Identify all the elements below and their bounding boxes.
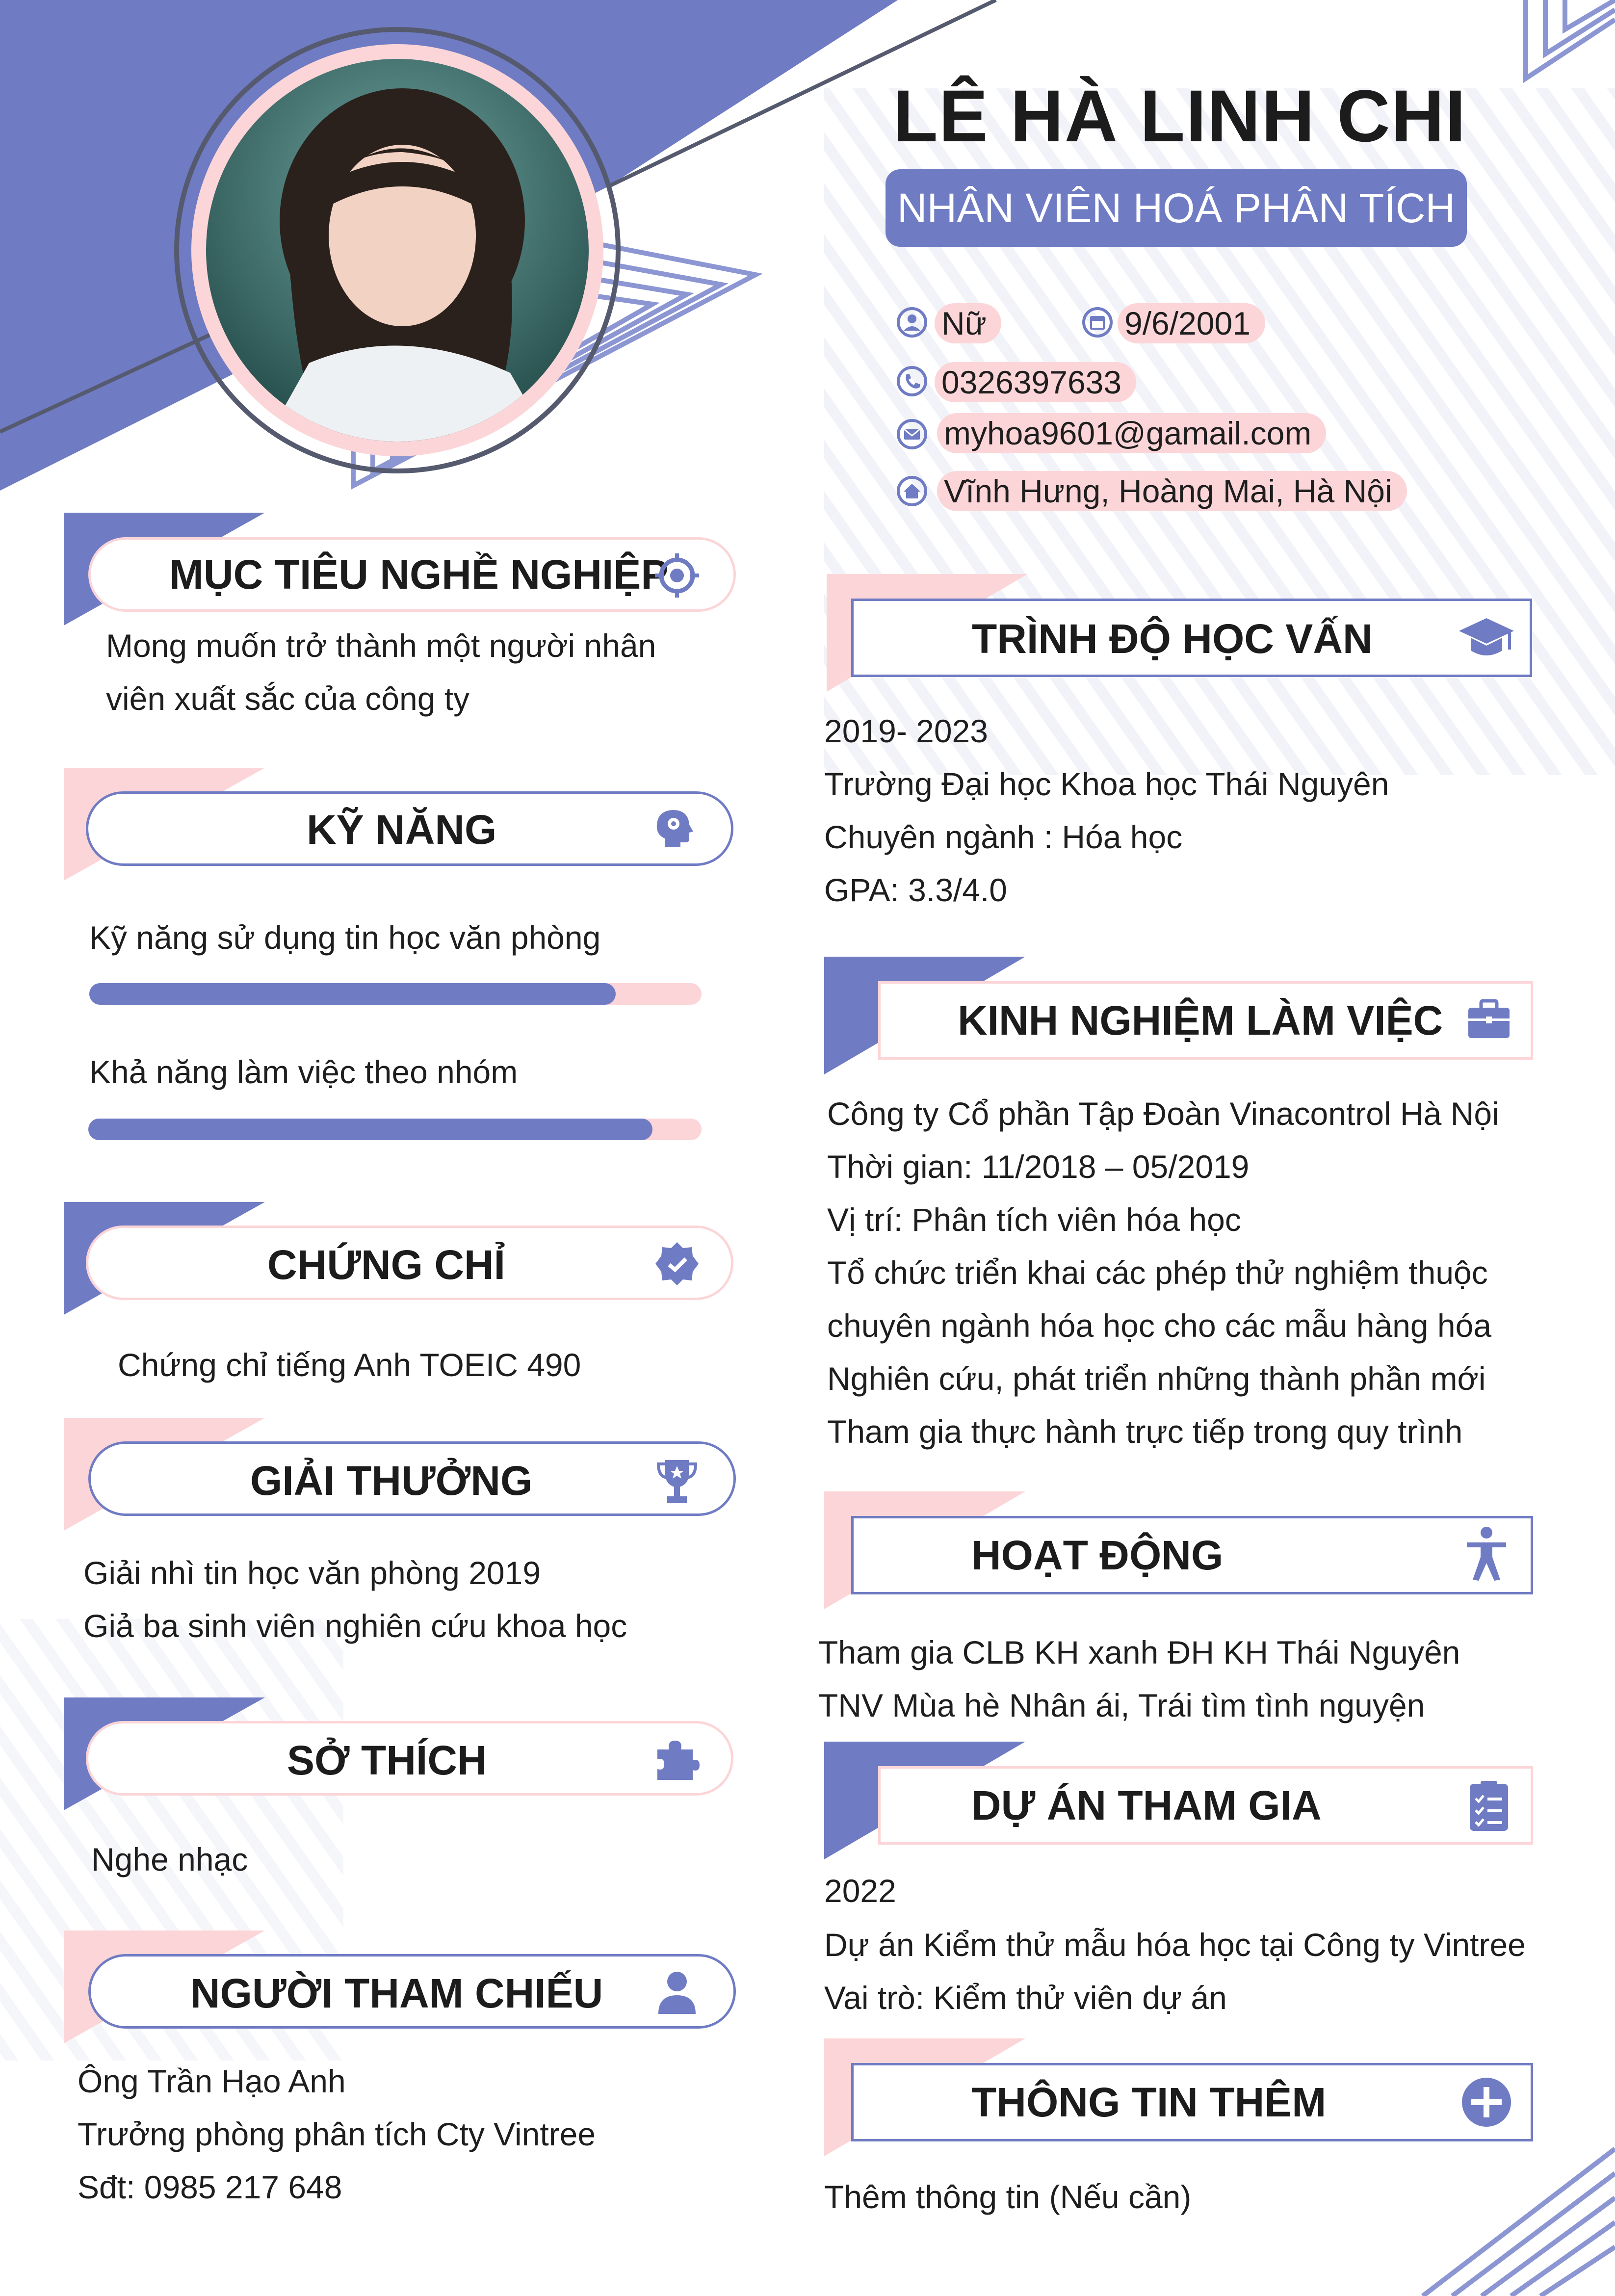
awards-title: GIẢI THƯỞNG (250, 1458, 533, 1504)
phone-icon (897, 366, 927, 396)
projects-title: DỰ ÁN THAM GIA (971, 1782, 1322, 1828)
section-header-activities: HOẠT ĐỘNG (824, 1491, 1533, 1609)
graduation-cap-icon (1459, 618, 1514, 655)
section-header-skills: KỸ NĂNG (64, 768, 741, 881)
award-line: Giải nhì tin học văn phòng 2019 (83, 1555, 541, 1591)
experience-line: Tổ chức triển khai các phép thử nghiệm t… (827, 1254, 1488, 1291)
education-line: Chuyên ngành : Hóa học (824, 819, 1183, 855)
verified-badge-icon (655, 1242, 699, 1285)
home-icon (897, 476, 927, 506)
target-icon (655, 553, 699, 598)
gender-value: Nữ (935, 303, 1001, 343)
person-icon (658, 1972, 696, 2014)
experience-line: Tham gia thực hành trực tiếp trong quy t… (827, 1413, 1463, 1450)
activities-title: HOẠT ĐỘNG (971, 1532, 1224, 1578)
certificates-title: CHỨNG CHỈ (267, 1242, 506, 1288)
project-line: Dự án Kiểm thử mẫu hóa học tại Công ty V… (824, 1927, 1526, 1963)
checklist-icon (1470, 1781, 1508, 1831)
project-line: 2022 (824, 1873, 896, 1909)
section-header-references: NGƯỜI THAM CHIẾU (64, 1931, 741, 2043)
activity-line: TNV Mùa hè Nhân ái, Trái tìm tình nguyện (818, 1687, 1425, 1723)
hobbies-title: SỞ THÍCH (287, 1737, 487, 1783)
mail-icon (897, 419, 927, 449)
job-title: NHÂN VIÊN HOÁ PHÂN TÍCH (897, 184, 1456, 231)
objective-line: viên xuất sắc của công ty (106, 680, 470, 717)
extra-title: THÔNG TIN THÊM (971, 2079, 1327, 2125)
reference-line: Sđt: 0985 217 648 (78, 2169, 342, 2205)
section-header-certificates: CHỨNG CHỈ (64, 1202, 741, 1315)
section-header-hobbies: SỞ THÍCH (64, 1697, 741, 1810)
hobby-line: Nghe nhạc (91, 1841, 248, 1878)
head-gear-icon (656, 810, 693, 847)
section-header-extra: THÔNG TIN THÊM (824, 2038, 1533, 2156)
references-title: NGƯỜI THAM CHIẾU (190, 1970, 603, 2016)
extra-line: Thêm thông tin (Nếu cần) (824, 2179, 1192, 2215)
dob-value: 9/6/2001 (1118, 303, 1265, 343)
skill-bar (89, 983, 702, 1005)
candidate-name: LÊ HÀ LINH CHI (893, 75, 1467, 157)
phone-value: 0326397633 (935, 362, 1137, 402)
education-line: GPA: 3.3/4.0 (824, 872, 1007, 908)
briefcase-icon (1468, 999, 1510, 1038)
experience-line: Công ty Cổ phần Tập Đoàn Vinacontrol Hà … (827, 1096, 1499, 1132)
project-line: Vai trò: Kiểm thử viên dự án (824, 1980, 1227, 2016)
section-header-projects: DỰ ÁN THAM GIA (824, 1742, 1533, 1859)
job-title-badge: NHÂN VIÊN HOÁ PHÂN TÍCH (886, 169, 1467, 247)
accessibility-person-icon (1467, 1527, 1506, 1581)
experience-line: Nghiên cứu, phát triển những thành phần … (827, 1360, 1486, 1397)
section-header-experience: KINH NGHIỆM LÀM VIỆC (824, 957, 1533, 1074)
section-header-objective: MỤC TIÊU NGHỀ NGHIỆP (64, 513, 741, 626)
experience-title: KINH NGHIỆM LÀM VIỆC (958, 997, 1443, 1044)
activity-line: Tham gia CLB KH xanh ĐH KH Thái Nguyên (818, 1634, 1460, 1670)
profile-photo (206, 59, 589, 442)
certificate-line: Chứng chỉ tiếng Anh TOEIC 490 (118, 1347, 581, 1383)
objective-line: Mong muốn trở thành một người nhân (106, 627, 656, 664)
reference-line: Trưởng phòng phân tích Cty Vintree (78, 2116, 596, 2152)
puzzle-icon (657, 1741, 700, 1780)
skills-title: KỸ NĂNG (307, 807, 497, 853)
calendar-icon (1082, 307, 1113, 338)
education-line: Trường Đại học Khoa học Thái Nguyên (824, 766, 1389, 802)
skill-bar-fill (88, 1119, 652, 1140)
trophy-icon (656, 1460, 698, 1503)
email-value: myhoa9601@gamail.com (937, 413, 1327, 453)
objective-title: MỤC TIÊU NGHỀ NGHIỆP (169, 551, 669, 598)
skill-bar (88, 1119, 702, 1140)
plus-circle-icon (1462, 2078, 1511, 2127)
experience-line: Thời gian: 11/2018 – 05/2019 (827, 1148, 1250, 1185)
reference-line: Ông Trần Hạo Anh (78, 2063, 346, 2099)
experience-line: Vị trí: Phân tích viên hóa học (827, 1201, 1241, 1238)
section-header-education: TRÌNH ĐỘ HỌC VẤN (827, 574, 1533, 692)
award-line: Giả ba sinh viên nghiên cứu khoa học (83, 1608, 627, 1644)
experience-line: chuyên ngành hóa học cho các mẫu hàng hó… (827, 1307, 1492, 1344)
user-circle-icon (897, 307, 927, 338)
skill-label: Khả năng làm việc theo nhóm (89, 1054, 518, 1090)
skill-label: Kỹ năng sử dụng tin học văn phòng (89, 919, 601, 956)
address-value: Vĩnh Hưng, Hoàng Mai, Hà Nội (937, 471, 1407, 511)
skill-bar-fill (89, 983, 616, 1005)
education-line: 2019- 2023 (824, 713, 988, 749)
education-title: TRÌNH ĐỘ HỌC VẤN (972, 616, 1373, 662)
section-header-awards: GIẢI THƯỞNG (64, 1418, 741, 1531)
